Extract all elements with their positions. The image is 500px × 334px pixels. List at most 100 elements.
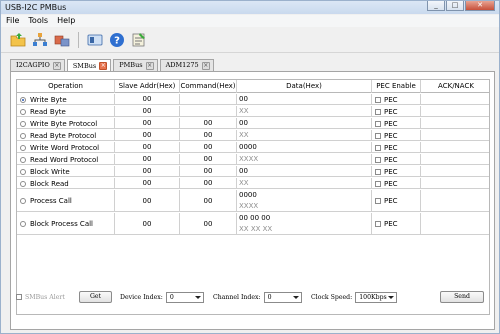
pec-checkbox[interactable]: PEC	[372, 166, 420, 177]
radio-button[interactable]	[20, 198, 26, 204]
data-cell[interactable]: 00	[237, 118, 372, 128]
command-cell[interactable]: 00	[180, 130, 237, 140]
open-folder-icon[interactable]	[10, 32, 26, 48]
command-cell[interactable]: 00	[180, 154, 237, 164]
operation-radio[interactable]: Block Process Call	[17, 213, 114, 235]
slave-addr-cell[interactable]: 00	[115, 166, 180, 176]
slave-addr-cell[interactable]: 00	[115, 106, 180, 116]
checkbox-box[interactable]	[375, 96, 381, 103]
command-cell[interactable]	[180, 106, 237, 116]
data-value[interactable]: XXXX	[239, 155, 258, 163]
operation-radio[interactable]: Write Byte Protocol	[17, 118, 114, 129]
close-tab-icon[interactable]: ×	[99, 62, 108, 70]
slave-addr-cell[interactable]: 00	[115, 130, 180, 140]
operation-radio[interactable]: Block Write	[17, 166, 114, 177]
slave-addr-cell[interactable]: 00	[115, 154, 180, 164]
operation-radio[interactable]: Block Read	[17, 178, 114, 189]
device-index-select[interactable]: 0	[165, 291, 204, 303]
data-value[interactable]: XX XX XX	[239, 225, 272, 233]
data-value[interactable]: 0000	[239, 191, 257, 199]
command-cell[interactable]: 00	[180, 178, 237, 188]
data-value[interactable]: 00 00 00	[239, 214, 270, 222]
data-cell[interactable]: XX	[237, 130, 372, 140]
radio-button[interactable]	[20, 144, 26, 151]
data-cell[interactable]: 0000 XXXX	[237, 190, 372, 211]
command-cell[interactable]	[180, 94, 237, 104]
data-value[interactable]: XX	[239, 107, 249, 115]
radio-button[interactable]	[20, 180, 26, 187]
data-value[interactable]: XX	[239, 179, 249, 187]
smbus-alert-checkbox[interactable]: SMBus Alert	[16, 290, 65, 304]
checkbox-box[interactable]	[16, 294, 22, 300]
close-tab-icon[interactable]: ×	[201, 61, 210, 70]
radio-button[interactable]	[20, 168, 26, 175]
data-value[interactable]: 00	[239, 95, 248, 103]
checkbox-box[interactable]	[375, 120, 381, 127]
pec-checkbox[interactable]: PEC	[372, 213, 420, 235]
checkbox-box[interactable]	[375, 180, 381, 187]
data-cell[interactable]: 00	[237, 94, 372, 104]
slave-addr-cell[interactable]: 00	[115, 213, 180, 234]
network-icon[interactable]	[32, 32, 48, 48]
slave-addr-cell[interactable]: 00	[115, 190, 180, 211]
menu-tools[interactable]: Tools	[28, 15, 48, 27]
command-cell[interactable]: 00	[180, 190, 237, 211]
radio-button[interactable]	[20, 156, 26, 163]
send-button[interactable]: Send	[440, 291, 484, 303]
settings-icon[interactable]	[131, 32, 147, 48]
command-cell[interactable]: 00	[180, 118, 237, 128]
radio-button[interactable]	[20, 96, 26, 103]
menu-help[interactable]: Help	[57, 15, 75, 27]
slave-addr-cell[interactable]: 00	[115, 142, 180, 152]
data-cell[interactable]: 00 00 00 XX XX XX	[237, 213, 372, 234]
maximize-button[interactable]: □	[446, 1, 464, 11]
data-cell[interactable]: XXXX	[237, 154, 372, 164]
slave-addr-cell[interactable]: 00	[115, 178, 180, 188]
radio-button[interactable]	[20, 132, 26, 139]
operation-radio[interactable]: Read Byte Protocol	[17, 130, 114, 141]
slave-addr-cell[interactable]: 00	[115, 118, 180, 128]
data-cell[interactable]: XX	[237, 178, 372, 188]
pec-checkbox[interactable]: PEC	[372, 118, 420, 129]
tab-i2cagpio[interactable]: I2CAGPIO ×	[10, 59, 65, 71]
clock-speed-select[interactable]: 100Kbps	[355, 291, 398, 303]
tab-adm1275[interactable]: ADM1275 ×	[159, 59, 214, 71]
checkbox-box[interactable]	[375, 144, 381, 151]
radio-button[interactable]	[20, 120, 26, 127]
operation-radio[interactable]: Write Word Protocol	[17, 142, 114, 153]
command-cell[interactable]: 00	[180, 142, 237, 152]
close-tab-icon[interactable]: ×	[52, 61, 61, 70]
pec-checkbox[interactable]: PEC	[372, 178, 420, 189]
checkbox-box[interactable]	[375, 132, 381, 139]
checkbox-box[interactable]	[375, 168, 381, 175]
data-value[interactable]: XX	[239, 131, 249, 139]
pec-checkbox[interactable]: PEC	[372, 142, 420, 153]
menu-file[interactable]: File	[6, 15, 19, 27]
command-cell[interactable]: 00	[180, 213, 237, 234]
operation-radio[interactable]: Read Word Protocol	[17, 154, 114, 165]
operation-radio[interactable]: Write Byte	[17, 94, 114, 105]
checkbox-box[interactable]	[375, 156, 381, 163]
pec-checkbox[interactable]: PEC	[372, 190, 420, 212]
checkbox-box[interactable]	[375, 221, 381, 227]
radio-button[interactable]	[20, 108, 26, 115]
channel-index-select[interactable]: 0	[263, 291, 302, 303]
data-value[interactable]: 0000	[239, 143, 257, 151]
data-cell[interactable]: 0000	[237, 142, 372, 152]
checkbox-box[interactable]	[375, 108, 381, 115]
slave-addr-cell[interactable]: 00	[115, 94, 180, 104]
checkbox-box[interactable]	[375, 198, 381, 204]
data-value[interactable]: 00	[239, 167, 248, 175]
pec-checkbox[interactable]: PEC	[372, 94, 420, 105]
pec-checkbox[interactable]: PEC	[372, 106, 420, 117]
operation-radio[interactable]: Read Byte	[17, 106, 114, 117]
minimize-button[interactable]: _	[427, 1, 445, 11]
command-cell[interactable]: 00	[180, 166, 237, 176]
data-cell[interactable]: XX	[237, 106, 372, 116]
pec-checkbox[interactable]: PEC	[372, 130, 420, 141]
radio-button[interactable]	[20, 221, 26, 227]
help-icon[interactable]: ?	[109, 32, 125, 48]
pec-checkbox[interactable]: PEC	[372, 154, 420, 165]
data-cell[interactable]: 00	[237, 166, 372, 176]
close-tab-icon[interactable]: ×	[145, 61, 154, 70]
